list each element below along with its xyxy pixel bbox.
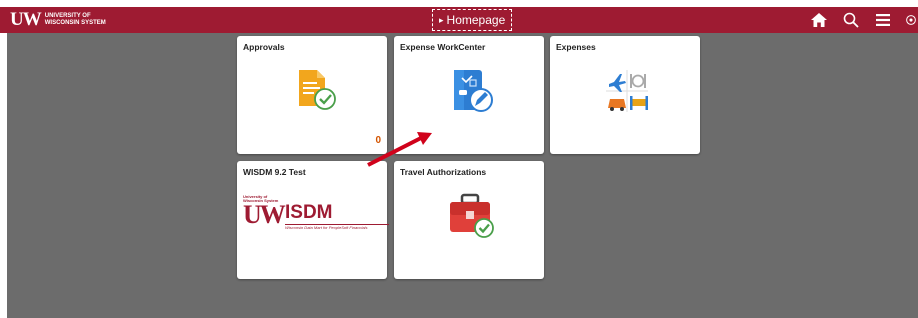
uw-system-logo[interactable]: UW University of Wisconsin System <box>10 10 106 30</box>
logo-mark: UW <box>10 9 42 30</box>
approvals-count: 0 <box>375 135 381 146</box>
tile-title: Approvals <box>243 42 285 52</box>
homepage-selector[interactable]: ▸ Homepage <box>432 9 513 31</box>
wisdm-subtitle: Wisconsin Data Mart for PeopleSoft Finan… <box>285 225 368 230</box>
wisdm-logo: University of Wisconsin System UW ISDM W… <box>243 195 389 230</box>
tile-title: Expense WorkCenter <box>400 42 486 52</box>
tile-expense-workcenter[interactable]: Expense WorkCenter <box>394 36 544 154</box>
expenses-travel-icons <box>606 70 648 112</box>
logo-line-1: University of <box>44 13 91 19</box>
tile-travel-authorizations[interactable]: Travel Authorizations <box>394 161 544 279</box>
logo-text: University of Wisconsin System <box>45 13 106 27</box>
page-title: Homepage <box>446 13 506 27</box>
top-banner: UW University of Wisconsin System ▸ Home… <box>0 7 918 33</box>
homepage-content: Approvals 0 Expense WorkCenter Expenses … <box>7 33 918 318</box>
tile-approvals[interactable]: Approvals 0 <box>237 36 387 154</box>
tile-expenses[interactable]: Expenses <box>550 36 700 154</box>
tile-title: Expenses <box>556 42 596 52</box>
search-icon[interactable] <box>842 11 860 29</box>
expense-workcenter-icon <box>454 70 493 112</box>
caret-right-icon: ▸ <box>439 15 444 25</box>
home-icon[interactable] <box>810 11 828 29</box>
navbar-icon[interactable] <box>906 11 916 29</box>
tile-title: WISDM 9.2 Test <box>243 167 306 177</box>
wisdm-mark: UW <box>243 200 286 229</box>
tile-wisdm-9-2-test[interactable]: WISDM 9.2 Test University of Wisconsin S… <box>237 161 389 279</box>
header-actions <box>810 10 918 30</box>
approvals-document-check-icon <box>299 70 336 110</box>
logo-line-2: Wisconsin System <box>44 20 106 26</box>
wisdm-word: ISDM <box>285 202 333 223</box>
menu-icon[interactable] <box>874 11 892 29</box>
page-frame: UW University of Wisconsin System ▸ Home… <box>0 0 918 318</box>
tile-title: Travel Authorizations <box>400 167 487 177</box>
briefcase-check-icon <box>450 193 494 238</box>
